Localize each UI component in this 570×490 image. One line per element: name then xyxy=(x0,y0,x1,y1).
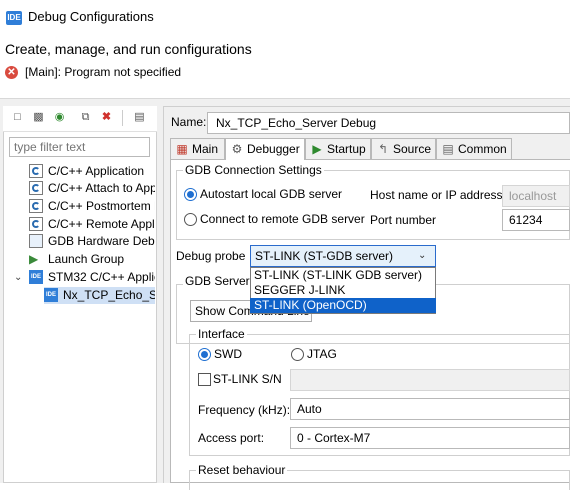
autostart-label: Autostart local GDB server xyxy=(200,187,343,201)
app-ide-icon: IDE xyxy=(6,11,22,25)
connect-remote-label: Connect to remote GDB server xyxy=(200,212,365,226)
toolbar-separator xyxy=(122,110,123,126)
header-title: Create, manage, and run configurations xyxy=(5,41,252,57)
tab-source[interactable]: ↰ Source xyxy=(371,138,436,159)
main-tab-icon: ▦ xyxy=(176,142,188,156)
probe-option-stlink-gdb[interactable]: ST-LINK (ST-LINK GDB server) xyxy=(250,268,436,283)
stm32-ide-icon: IDE xyxy=(29,269,43,284)
frequency-label: Frequency (kHz): xyxy=(198,403,291,417)
probe-option-segger[interactable]: SEGGER J-LINK xyxy=(250,283,436,298)
jtag-radio[interactable] xyxy=(291,348,304,361)
stlink-sn-checkbox[interactable] xyxy=(198,373,211,386)
error-icon: ✕ xyxy=(5,66,18,79)
c-remote-icon xyxy=(29,216,43,231)
connect-remote-radio[interactable] xyxy=(184,213,197,226)
tree-item-gdb-hardware[interactable]: GDB Hardware Debugging xyxy=(29,233,155,250)
chevron-down-icon: ⌄ xyxy=(418,250,427,261)
swd-label: SWD xyxy=(214,347,242,361)
collapse-all-icon[interactable]: ▤ xyxy=(132,110,147,125)
chevron-down-icon[interactable]: ⌄ xyxy=(14,272,22,283)
startup-tab-icon: ▶ xyxy=(312,142,322,156)
new-prototype-icon[interactable]: ▩ xyxy=(31,110,46,125)
delete-icon[interactable]: ✖ xyxy=(99,110,114,125)
access-port-label: Access port: xyxy=(198,431,265,445)
tree-item-nx-tcp-echo-server[interactable]: IDENx_TCP_Echo_Server Debug xyxy=(44,287,155,304)
tab-startup[interactable]: ▶ Startup xyxy=(305,138,371,159)
stlink-sn-input[interactable] xyxy=(290,369,570,391)
window-title: Debug Configurations xyxy=(28,9,154,24)
c-app-icon xyxy=(29,163,43,178)
autostart-radio[interactable] xyxy=(184,188,197,201)
port-label: Port number xyxy=(370,213,437,227)
tree-item-c-postmortem[interactable]: C/C++ Postmortem Debugger xyxy=(29,198,155,215)
interface-group-title: Interface xyxy=(196,327,247,341)
tab-main[interactable]: ▦ Main xyxy=(170,138,225,159)
debug-probe-label: Debug probe xyxy=(176,249,246,263)
gdb-icon xyxy=(29,233,43,248)
swd-radio[interactable] xyxy=(198,348,211,361)
duplicate-icon[interactable]: ⧉ xyxy=(78,110,93,125)
config-name-input[interactable] xyxy=(207,112,570,134)
tree-item-c-attach[interactable]: C/C++ Attach to Application xyxy=(29,180,155,197)
error-message: [Main]: Program not specified xyxy=(25,65,182,79)
jtag-label: JTAG xyxy=(307,347,337,361)
port-input[interactable] xyxy=(502,209,570,231)
debugger-tab-icon: ⚙ xyxy=(231,142,243,156)
stlink-sn-label: ST-LINK S/N xyxy=(213,372,282,386)
tree-item-c-remote[interactable]: C/C++ Remote Application xyxy=(29,216,155,233)
probe-option-openocd[interactable]: ST-LINK (OpenOCD) xyxy=(250,298,436,313)
debug-probe-select[interactable]: ST-LINK (ST-GDB server) xyxy=(250,245,436,267)
host-label: Host name or IP address xyxy=(370,188,503,202)
host-input[interactable] xyxy=(502,185,570,207)
access-port-select[interactable]: 0 - Cortex-M7 xyxy=(290,427,570,449)
source-tab-icon: ↰ xyxy=(377,142,389,156)
tree-item-c-application[interactable]: C/C++ Application xyxy=(29,163,155,180)
export-icon[interactable]: ◉ xyxy=(52,110,67,125)
new-config-icon[interactable]: □ xyxy=(10,110,25,125)
frequency-select[interactable]: Auto xyxy=(290,398,570,420)
tree-item-launch-group[interactable]: ▶ Launch Group xyxy=(29,251,155,268)
name-label: Name: xyxy=(171,115,207,129)
tab-debugger[interactable]: ⚙ Debugger xyxy=(225,138,305,160)
c-attach-icon xyxy=(29,180,43,195)
common-tab-icon: ▤ xyxy=(442,142,454,156)
c-postmortem-icon xyxy=(29,198,43,213)
stm32-ide-icon: IDE xyxy=(44,287,58,302)
tree-item-stm32[interactable]: IDESTM32 C/C++ Application xyxy=(29,269,155,286)
filter-input[interactable] xyxy=(9,137,150,157)
launch-group-icon: ▶ xyxy=(29,251,39,266)
reset-group-title: Reset behaviour xyxy=(196,463,288,477)
gdb-connection-group-title: GDB Connection Settings xyxy=(183,163,324,177)
tab-common[interactable]: ▤ Common xyxy=(436,138,512,159)
